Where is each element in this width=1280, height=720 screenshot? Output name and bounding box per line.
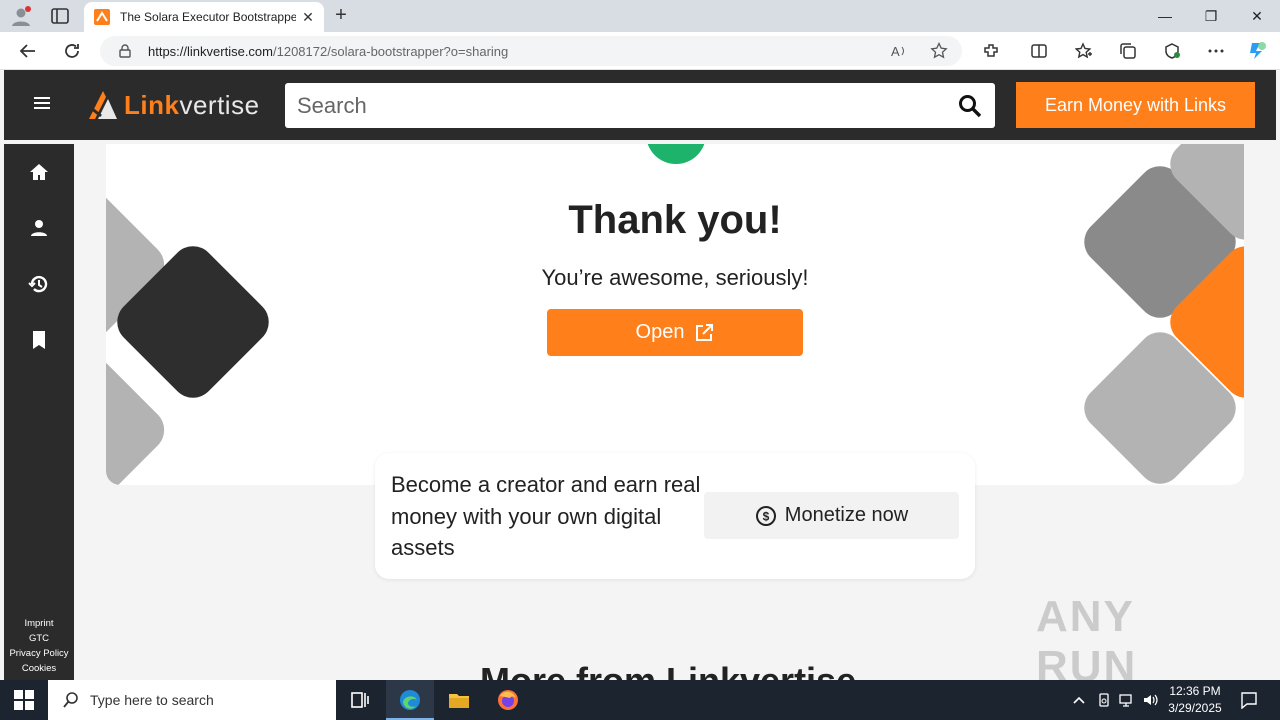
open-button[interactable]: Open [547,309,803,356]
browser-essentials-icon[interactable] [1161,40,1183,62]
linkvertise-logo[interactable]: Link vertise [86,88,260,122]
tray-overflow-icon[interactable] [1071,692,1087,708]
external-link-icon [696,323,714,341]
extensions-icon[interactable] [980,40,1002,62]
anyrun-watermark: ANY RUN [1036,592,1138,691]
footer-links: Imprint GTC Privacy Policy Cookies [4,616,74,676]
svg-text:$: $ [762,509,769,523]
restore-button[interactable]: ❐ [1188,0,1234,32]
taskbar-clock[interactable]: 12:36 PM 3/29/2025 [1160,683,1230,717]
gtc-link[interactable]: GTC [4,631,74,646]
task-view-icon[interactable] [348,688,372,712]
url-host: https://linkvertise.com [148,43,273,59]
search-input[interactable] [297,92,937,119]
taskbar-search[interactable]: Type here to search [48,680,336,720]
collections-icon[interactable] [1117,40,1139,62]
clock-time: 12:36 PM [1169,684,1221,698]
linkvertise-favicon-icon [94,9,110,25]
creator-promo-text: Become a creator and earn real money wit… [391,472,701,560]
favorites-icon[interactable] [1073,40,1095,62]
settings-more-icon[interactable] [1205,40,1227,62]
logo-mark-icon [89,91,117,119]
home-icon[interactable] [28,161,50,183]
file-explorer-icon[interactable] [447,688,471,712]
search-icon [63,692,78,708]
tab-title: The Solara Executor Bootstrapper [120,10,296,24]
site-header: Linkvertise Earn Money with Links [4,70,1276,140]
monetize-now-label: Monetize now [784,504,909,526]
close-window-button[interactable]: ✕ [1234,0,1280,32]
site-search[interactable] [285,83,995,128]
bookmark-icon[interactable] [28,329,50,351]
minimize-button[interactable]: — [1142,0,1188,32]
profile-icon[interactable] [28,217,50,239]
thank-you-title: Thank you! [568,198,782,242]
copilot-icon[interactable] [1246,40,1268,62]
logo-text-vertise: vertise [179,89,260,120]
windows-taskbar: Type here to search 12:36 PM 3/29/2025 [0,680,1280,720]
monetize-now-button[interactable]: $ Monetize now [704,492,959,539]
earn-money-button[interactable]: Earn Money with Links [1016,82,1255,128]
refresh-icon[interactable] [61,40,83,62]
search-icon[interactable] [957,93,983,119]
browser-tab-bar: The Solara Executor Bootstrapper ✕ + — ❐… [0,0,1280,32]
svg-text:A: A [891,44,900,59]
taskbar-search-placeholder: Type here to search [90,692,214,708]
more-section-title: More from Linkvertise [480,660,856,680]
thank-you-subtitle: You’re awesome, seriously! [541,265,809,290]
windows-start-icon[interactable] [14,690,34,710]
back-icon[interactable] [17,40,39,62]
profile-icon[interactable] [10,5,32,27]
tab-actions-icon[interactable] [50,6,70,26]
active-tab[interactable]: The Solara Executor Bootstrapper ✕ [84,2,324,32]
network-icon[interactable] [1119,692,1135,708]
history-icon[interactable] [28,273,50,295]
notification-center-icon[interactable] [1240,691,1258,709]
firefox-icon[interactable] [496,688,520,712]
dollar-circle-icon: $ [755,505,776,526]
hamburger-menu-icon[interactable] [34,96,50,110]
url-bar[interactable]: https://linkvertise.com/1208172/solara-b… [100,36,962,66]
split-screen-icon[interactable] [1028,40,1050,62]
privacy-policy-link[interactable]: Privacy Policy [4,646,74,661]
left-sidebar: Imprint GTC Privacy Policy Cookies [4,144,74,680]
new-tab-button[interactable]: + [330,4,352,26]
imprint-link[interactable]: Imprint [4,616,74,631]
success-check-icon [646,144,706,164]
tab-close-icon[interactable]: ✕ [300,9,316,25]
logo-text-link: Link [124,89,180,120]
tray-device-icon[interactable] [1096,692,1112,708]
volume-icon[interactable] [1142,692,1158,708]
clock-date: 3/29/2025 [1168,701,1222,715]
cookies-link[interactable]: Cookies [4,661,74,676]
lock-icon[interactable] [118,44,132,58]
thank-you-card: Thank you! You’re awesome, seriously! Op… [106,144,1244,485]
web-page: Linkvertise Earn Money with Links Imprin… [0,70,1280,691]
edge-browser-icon[interactable] [398,688,422,712]
url-text[interactable]: https://linkvertise.com/1208172/solara-b… [148,44,508,59]
creator-promo-card: Become a creator and earn real money wit… [375,453,975,579]
favorite-star-icon[interactable] [930,42,948,60]
open-button-label: Open [635,321,685,343]
address-toolbar: https://linkvertise.com/1208172/solara-b… [0,32,1280,70]
read-aloud-icon[interactable]: A [890,42,908,60]
url-path: /1208172/solara-bootstrapper?o=sharing [273,43,509,59]
